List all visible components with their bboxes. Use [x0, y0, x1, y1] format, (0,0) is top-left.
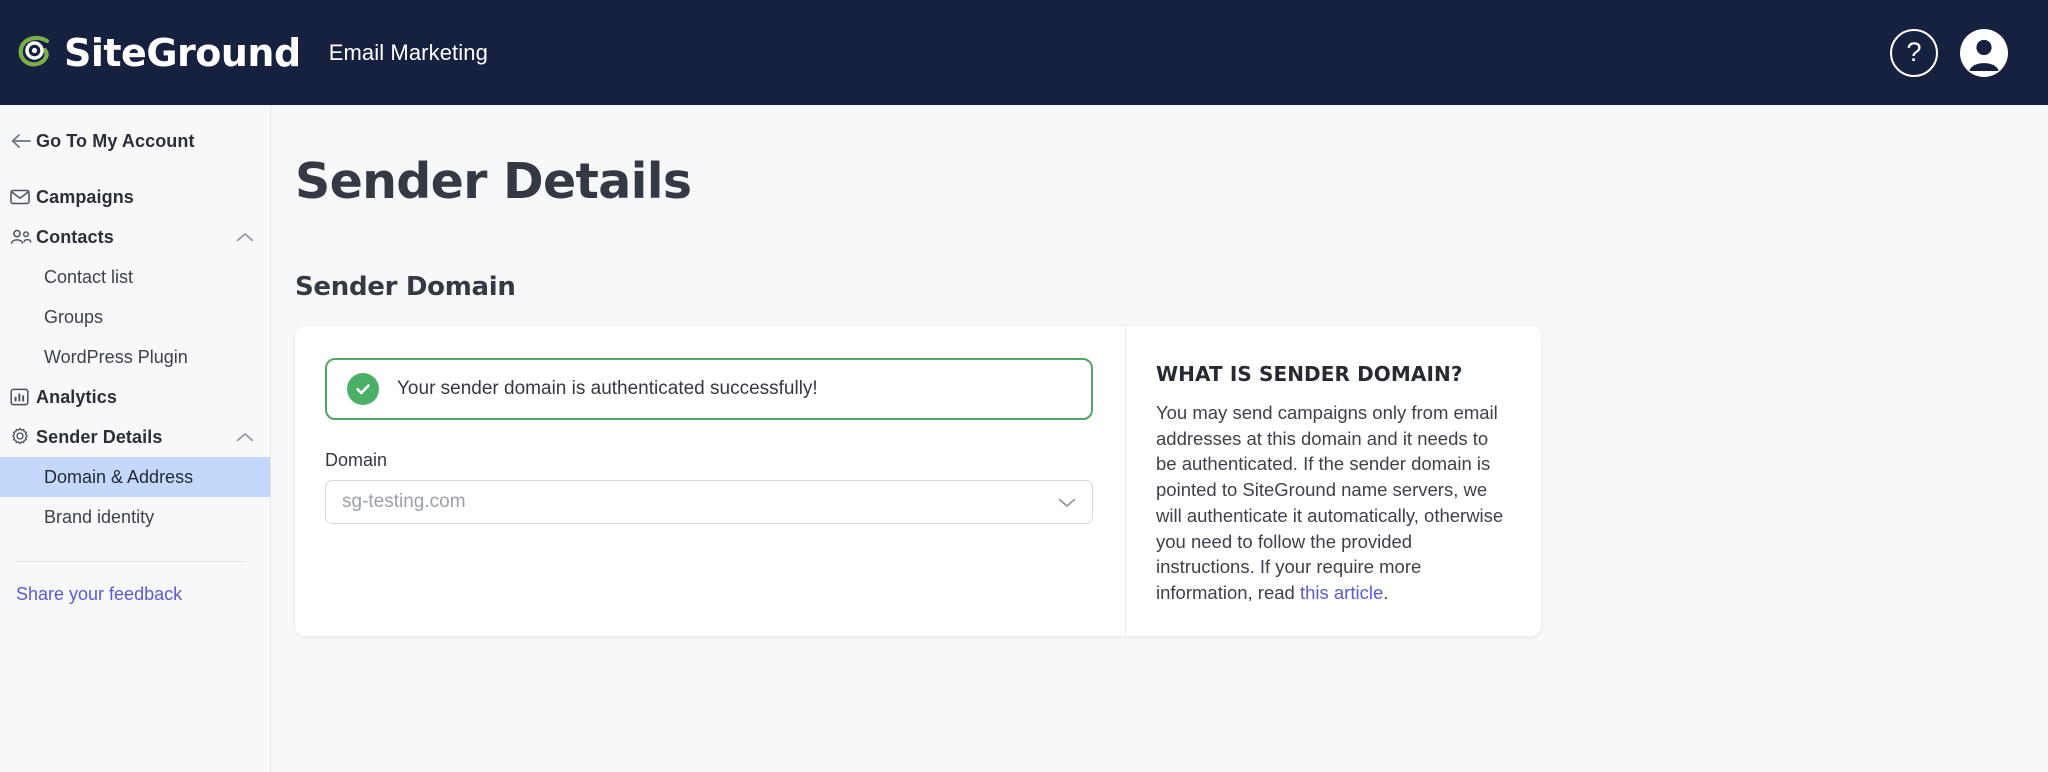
share-feedback-link[interactable]: Share your feedback: [0, 562, 270, 605]
help-glyph: ?: [1906, 37, 1922, 67]
sidebar-back-label: Go To My Account: [36, 130, 195, 151]
people-icon: [10, 229, 36, 245]
sidebar-label-contacts: Contacts: [36, 226, 114, 247]
user-avatar[interactable]: [1960, 28, 2008, 77]
sidebar-label-brand-identity: Brand identity: [44, 506, 155, 527]
info-panel-body-text: You may send campaigns only from email a…: [1156, 402, 1504, 603]
sidebar-item-sender-details[interactable]: Sender Details: [0, 417, 270, 457]
gear-icon: [10, 427, 36, 447]
sidebar-item-brand-identity[interactable]: Brand identity: [0, 497, 270, 537]
chart-icon: [10, 388, 36, 406]
sidebar-item-contact-list[interactable]: Contact list: [0, 257, 270, 297]
sender-domain-card-left: Your sender domain is authenticated succ…: [295, 326, 1126, 636]
sidebar-item-campaigns[interactable]: Campaigns: [0, 177, 270, 217]
sidebar-item-domain-address[interactable]: Domain & Address: [0, 457, 270, 497]
app-root: SiteGround Email Marketing ? Go To My Ac…: [0, 0, 2048, 772]
sidebar: Go To My Account Campaigns Contacts Cont…: [0, 105, 271, 772]
info-panel-title: WHAT IS SENDER DOMAIN?: [1156, 362, 1463, 386]
app-title: Email Marketing: [328, 39, 488, 65]
sender-domain-card: Your sender domain is authenticated succ…: [295, 326, 1541, 636]
status-banner-text: Your sender domain is authenticated succ…: [397, 378, 818, 399]
arrow-left-icon: [10, 132, 36, 150]
sidebar-label-contact-list: Contact list: [44, 266, 134, 287]
brand-logo[interactable]: SiteGround: [14, 30, 301, 76]
domain-select[interactable]: sg-testing.com: [325, 480, 1093, 524]
chevron-up-icon[interactable]: [236, 232, 254, 243]
chevron-down-icon[interactable]: [1058, 497, 1076, 508]
person-icon: [1969, 39, 1999, 71]
check-circle-icon: [347, 373, 379, 405]
this-article-link[interactable]: this article: [1300, 582, 1383, 603]
sidebar-label-groups: Groups: [44, 306, 104, 327]
sidebar-label-analytics: Analytics: [36, 386, 117, 407]
main-content: Sender Details Sender Domain Your sender…: [271, 105, 2048, 772]
sidebar-label-campaigns: Campaigns: [36, 186, 134, 207]
status-banner-authenticated: Your sender domain is authenticated succ…: [325, 358, 1093, 420]
sidebar-item-wordpress-plugin[interactable]: WordPress Plugin: [0, 337, 270, 377]
domain-field-label: Domain: [325, 450, 388, 470]
section-title-sender-domain: Sender Domain: [295, 272, 516, 302]
info-panel: WHAT IS SENDER DOMAIN? You may send camp…: [1126, 326, 1541, 636]
info-panel-body: You may send campaigns only from email a…: [1156, 400, 1505, 606]
sidebar-item-analytics[interactable]: Analytics: [0, 377, 270, 417]
sidebar-label-wordpress-plugin: WordPress Plugin: [44, 346, 188, 367]
sidebar-item-contacts[interactable]: Contacts: [0, 217, 270, 257]
help-icon[interactable]: ?: [1890, 28, 1938, 77]
page-title: Sender Details: [295, 153, 692, 210]
sidebar-item-groups[interactable]: Groups: [0, 297, 270, 337]
info-panel-body-tail: .: [1383, 581, 1389, 603]
chevron-up-icon[interactable]: [236, 432, 254, 443]
sidebar-label-sender-details: Sender Details: [36, 426, 163, 447]
topbar-actions: ?: [1890, 28, 2008, 77]
body-row: Go To My Account Campaigns Contacts Cont…: [0, 105, 2048, 772]
domain-select-value: sg-testing.com: [342, 491, 466, 512]
siteground-logo-icon: [14, 30, 60, 76]
top-bar: SiteGround Email Marketing ?: [0, 0, 2048, 105]
sidebar-back-to-account[interactable]: Go To My Account: [0, 121, 270, 161]
brand-name: SiteGround: [64, 30, 301, 75]
envelope-icon: [10, 189, 36, 205]
sidebar-label-domain-address: Domain & Address: [44, 466, 194, 487]
